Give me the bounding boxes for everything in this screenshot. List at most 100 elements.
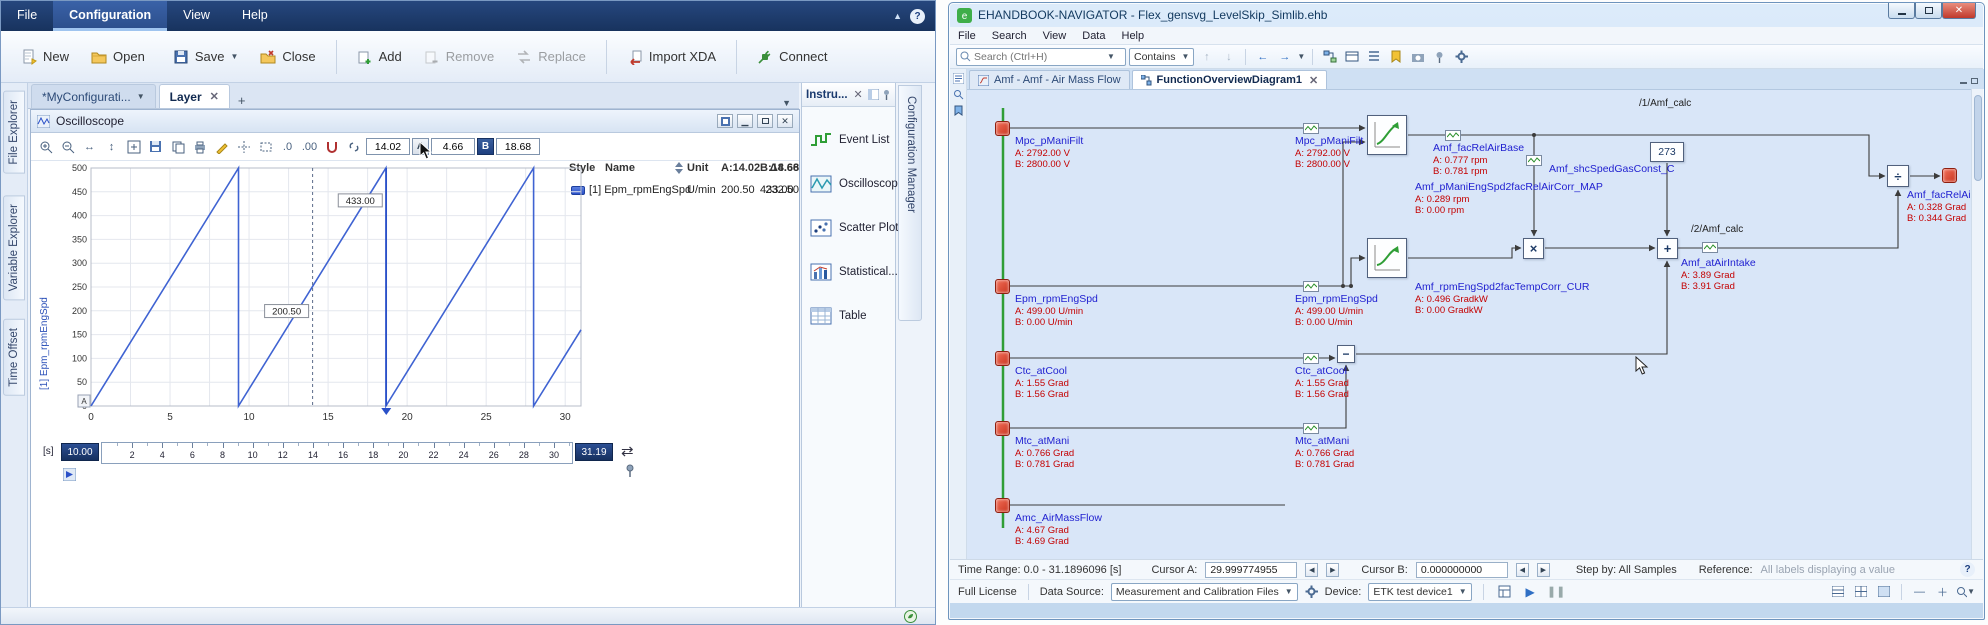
sensor-atairintake-icon[interactable] <box>1702 242 1718 253</box>
cursor-a-input[interactable] <box>1205 561 1298 578</box>
cursor-a-next-button[interactable]: ▶ <box>1326 562 1340 577</box>
print-icon[interactable] <box>189 136 210 157</box>
window-titlebar[interactable]: e EHANDBOOK-NAVIGATOR - Flex_gensvg_Leve… <box>949 3 1984 27</box>
pause-icon[interactable]: ❚❚ <box>1547 582 1566 601</box>
function-diagram-canvas[interactable]: × + ÷ − 273 Mpc_pManiFilt A: 2792.00 V B… <box>967 89 1973 559</box>
strip-search-icon[interactable] <box>953 89 964 100</box>
signal-label-epm[interactable]: Epm_rpmEngSpd A: 499.00 U/min B: 0.00 U/… <box>1015 293 1098 329</box>
hierarchy-label-1[interactable]: /1/Amf_calc <box>1639 98 1691 109</box>
panel-settings-icon[interactable] <box>717 114 733 128</box>
dock-panel-icon[interactable] <box>868 89 879 100</box>
menu-search[interactable]: Search <box>984 28 1035 44</box>
sensor-epm-icon[interactable] <box>1303 281 1319 292</box>
snap-cursor-icon[interactable] <box>321 136 342 157</box>
sensor-ctc-icon[interactable] <box>1303 353 1319 364</box>
instrument-table[interactable]: Table <box>810 307 867 325</box>
tabbar-restore-icon[interactable] <box>1971 71 1978 89</box>
device-dropdown[interactable]: ETK test device1 ▼ <box>1368 582 1472 601</box>
cursor-b-prev-button[interactable]: ◀ <box>1515 562 1529 577</box>
replace-button[interactable]: Replace <box>506 41 596 73</box>
help-icon[interactable]: ? <box>1960 562 1975 577</box>
multiply-block[interactable]: × <box>1523 238 1544 259</box>
sidebar-tab-variable-explorer[interactable]: Variable Explorer <box>3 195 25 301</box>
zoom-in-button[interactable]: ＋ <box>1933 582 1952 601</box>
next-match-icon[interactable]: ↓ <box>1219 47 1238 66</box>
calculation-icon[interactable] <box>1495 582 1514 601</box>
snapshot-icon[interactable] <box>1408 47 1427 66</box>
settings-icon[interactable] <box>1452 47 1471 66</box>
menu-configuration[interactable]: Configuration <box>53 1 168 31</box>
tab-myconfiguration[interactable]: *MyConfigurati... ▼ <box>31 84 156 108</box>
cursor-a-prev-button[interactable]: ◀ <box>1305 562 1319 577</box>
slider-ruler[interactable]: 2 4 6 8 10 12 14 16 18 20 22 24 26 28 30 <box>101 442 573 464</box>
input-port-epm[interactable] <box>995 279 1010 294</box>
add-block[interactable]: + <box>1657 238 1678 259</box>
col-header-name[interactable]: Name <box>605 162 635 174</box>
input-port-ctc[interactable] <box>995 351 1010 366</box>
constant-273-block[interactable]: 273 <box>1650 142 1684 162</box>
signal-label-ctc-2[interactable]: Ctc_atCool A: 1.55 Grad B: 1.56 Grad <box>1295 365 1349 401</box>
remove-button[interactable]: Remove <box>414 41 504 73</box>
signal-label-mtc-2[interactable]: Mtc_atMani A: 0.766 Grad B: 0.781 Grad <box>1295 435 1354 471</box>
slider-end-handle[interactable]: 31.19 <box>575 443 613 461</box>
cursor-delta[interactable]: 4.66 <box>431 138 475 155</box>
zoom-x-icon[interactable]: ↔ <box>79 136 100 157</box>
menu-help[interactable]: Help <box>226 1 284 31</box>
shift-range-icon[interactable]: ⇄ <box>621 442 634 460</box>
signal-label-facrelairbase[interactable]: Amf_facRelAirBase A: 0.777 rpm B: 0.781 … <box>1433 142 1524 178</box>
close-button[interactable]: ✕ <box>1942 3 1976 19</box>
instrument-event-list[interactable]: Event List <box>810 131 890 149</box>
cursor-a-marker-icon[interactable] <box>63 468 76 481</box>
gear-icon[interactable] <box>1305 585 1318 598</box>
strip-bookmark-icon[interactable] <box>954 105 963 116</box>
navigate-forward-icon[interactable]: → <box>1275 47 1294 66</box>
zoom-out-icon[interactable] <box>57 136 78 157</box>
tab-air-mass-flow[interactable]: Amf - Amf - Air Mass Flow <box>969 70 1130 89</box>
search-caret-icon[interactable]: ▼ <box>1107 52 1115 61</box>
oscilloscope-titlebar[interactable]: Oscilloscope ▁ ✕ <box>31 110 799 133</box>
signal-label-facrelair[interactable]: Amf_facRelAir A: 0.328 Grad B: 0.344 Gra… <box>1907 189 1973 225</box>
divide-block[interactable]: ÷ <box>1887 165 1909 187</box>
copy-icon[interactable] <box>167 136 188 157</box>
col-header-cursor-a[interactable]: A:14.02 <box>721 162 760 174</box>
menu-data[interactable]: Data <box>1074 28 1113 44</box>
pin-panel-icon[interactable] <box>882 89 891 100</box>
cursor-b-position[interactable]: 18.68 <box>496 138 540 155</box>
subtract-block[interactable]: − <box>1337 345 1355 363</box>
maximize-button[interactable] <box>1915 3 1942 19</box>
input-port-mpc[interactable] <box>995 121 1010 136</box>
search-input[interactable] <box>974 50 1104 63</box>
signal-label-mpc-2[interactable]: Mpc_pManiFilt A: 2792.00 V B: 2800.00 V <box>1295 135 1363 171</box>
panel-maximize-icon[interactable] <box>757 114 773 128</box>
instrument-oscilloscope[interactable]: Oscilloscope <box>810 175 904 193</box>
instrument-scatter-plot[interactable]: Scatter Plot <box>810 219 898 237</box>
model-view-icon[interactable] <box>1342 47 1361 66</box>
navigate-back-icon[interactable]: ← <box>1253 47 1272 66</box>
menu-view[interactable]: View <box>167 1 226 31</box>
import-xda-button[interactable]: Import XDA <box>617 41 726 73</box>
col-header-unit[interactable]: Unit <box>687 162 708 174</box>
map-block[interactable] <box>1367 115 1407 155</box>
oscilloscope-chart[interactable]: 0501001502002503003504004505000510152025… <box>55 162 595 432</box>
open-button[interactable]: Open <box>81 41 161 73</box>
tab-function-overview-diagram[interactable]: FunctionOverviewDiagram1 ✕ <box>1131 70 1328 89</box>
box-select-icon[interactable] <box>255 136 276 157</box>
precision-0-icon[interactable]: .0 <box>277 136 298 157</box>
cursor-b-next-button[interactable]: ▶ <box>1536 562 1550 577</box>
input-port-mtc[interactable] <box>995 421 1010 436</box>
menu-file[interactable]: File <box>950 28 984 44</box>
close-button[interactable]: Close <box>250 41 325 73</box>
signal-label-cur[interactable]: Amf_rpmEngSpd2facTempCorr_CUR A: 0.496 G… <box>1415 281 1589 317</box>
sync-link-icon[interactable] <box>343 136 364 157</box>
cursor-b-input[interactable] <box>1415 561 1508 578</box>
pin-icon[interactable] <box>1430 47 1449 66</box>
grid-view-icon[interactable] <box>1851 582 1870 601</box>
configuration-manager-tab[interactable]: Configuration Manager <box>898 85 922 321</box>
play-icon[interactable]: ▶ <box>1521 582 1540 601</box>
prev-match-icon[interactable]: ↑ <box>1197 47 1216 66</box>
signal-pen-icon[interactable] <box>211 136 232 157</box>
pin-slider-icon[interactable] <box>625 464 635 478</box>
data-source-dropdown[interactable]: Measurement and Calibration Files ▼ <box>1110 582 1298 601</box>
tab-layer[interactable]: Layer ✕ <box>158 84 230 108</box>
tab-close-icon[interactable]: ✕ <box>1309 74 1318 87</box>
